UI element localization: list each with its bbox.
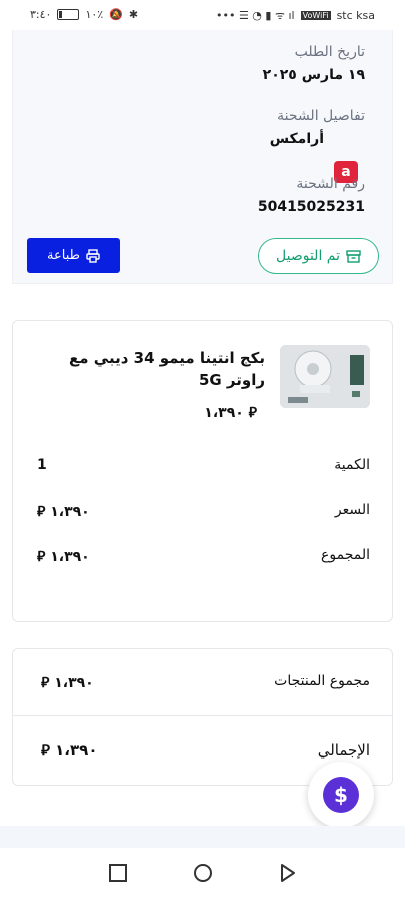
product-price: ١،٣٩٠ ⃁ — [204, 403, 257, 421]
price-value: ⃁ ١،٣٩٠ — [37, 502, 90, 520]
product-image[interactable] — [280, 345, 370, 408]
product-card: بكج انتينا ميمو 34 ديبي مع راوتر 5G ١،٣٩… — [12, 320, 393, 622]
product-price-value: ١،٣٩٠ — [204, 405, 244, 421]
subtotal-amount: ١،٣٩٠ — [54, 675, 94, 691]
print-label: طباعة — [47, 248, 80, 263]
printer-icon — [86, 248, 100, 263]
battery-icon — [57, 9, 80, 20]
battery-level: ١٠٪ — [85, 8, 104, 21]
total-value: ⃁ ١،٣٩٠ — [37, 547, 90, 565]
product-title[interactable]: بكج انتينا ميمو 34 ديبي مع راوتر 5G — [55, 347, 265, 391]
riyal-icon: ⃁ — [41, 675, 50, 691]
home-icon[interactable] — [192, 862, 214, 884]
subtotal-label: مجموع المنتجات — [274, 673, 370, 689]
system-nav-bar — [0, 848, 405, 900]
carrier-name: stc ksa — [336, 9, 375, 22]
riyal-icon: ⃁ — [248, 405, 257, 421]
total-amount: ١،٣٩٠ — [50, 549, 90, 565]
riyal-icon: ⃁ — [37, 549, 46, 565]
delivered-status-button[interactable]: تم التوصيل — [258, 238, 379, 274]
riyal-icon: ⃁ — [41, 741, 50, 759]
back-icon[interactable] — [277, 862, 299, 884]
mute-icon: 🔕 — [109, 8, 123, 21]
bluetooth-icon: ✱ — [128, 8, 139, 21]
delivered-label: تم التوصيل — [276, 248, 340, 264]
grand-total-label: الإجمالي — [317, 741, 370, 759]
order-info-card: تاريخ الطلب ١٩ مارس ٢٠٢٥ تفاصيل الشحنة a… — [12, 30, 393, 284]
notification-icons: ••• ☰ ◔ ▮ ᯤ ıl — [215, 9, 295, 22]
grand-total-amount: ١،٣٩٠ — [55, 741, 98, 759]
grand-total-value: ⃁ ١،٣٩٠ — [41, 741, 97, 760]
print-button[interactable]: طباعة — [27, 238, 120, 273]
quantity-label: الكمية — [334, 457, 370, 473]
carrier-name: أرامكس — [269, 131, 324, 147]
price-label: السعر — [334, 502, 370, 518]
status-bar: ٣:٤٠ ١٠٪ 🔕 ✱ ••• ☰ ◔ ▮ ᯤ ıl VoWiFi stc k… — [0, 0, 405, 30]
archive-box-icon — [346, 249, 361, 263]
bottom-strip — [0, 826, 405, 848]
shipment-details-label: تفاصيل الشحنة — [277, 108, 365, 124]
tracking-number-value[interactable]: 50415025231 — [258, 199, 365, 215]
status-time: ٣:٤٠ — [30, 8, 52, 21]
subtotal-value: ⃁ ١،٣٩٠ — [41, 673, 94, 691]
order-date-label: تاريخ الطلب — [294, 44, 365, 60]
price-amount: ١،٣٩٠ — [50, 504, 90, 520]
recent-apps-icon[interactable] — [107, 862, 129, 884]
volte-badge: VoWiFi — [300, 11, 331, 20]
total-label: المجموع — [321, 547, 370, 563]
dollar-target-icon: $ — [323, 777, 359, 813]
section-gap — [0, 284, 405, 320]
riyal-icon: ⃁ — [37, 504, 46, 520]
tracking-number-label: رقم الشحنة — [296, 176, 365, 192]
quantity-value: 1 — [37, 457, 47, 473]
order-date-value: ١٩ مارس ٢٠٢٥ — [262, 67, 365, 83]
summary-divider — [13, 715, 392, 716]
floating-chat-button[interactable]: $ — [308, 762, 374, 828]
